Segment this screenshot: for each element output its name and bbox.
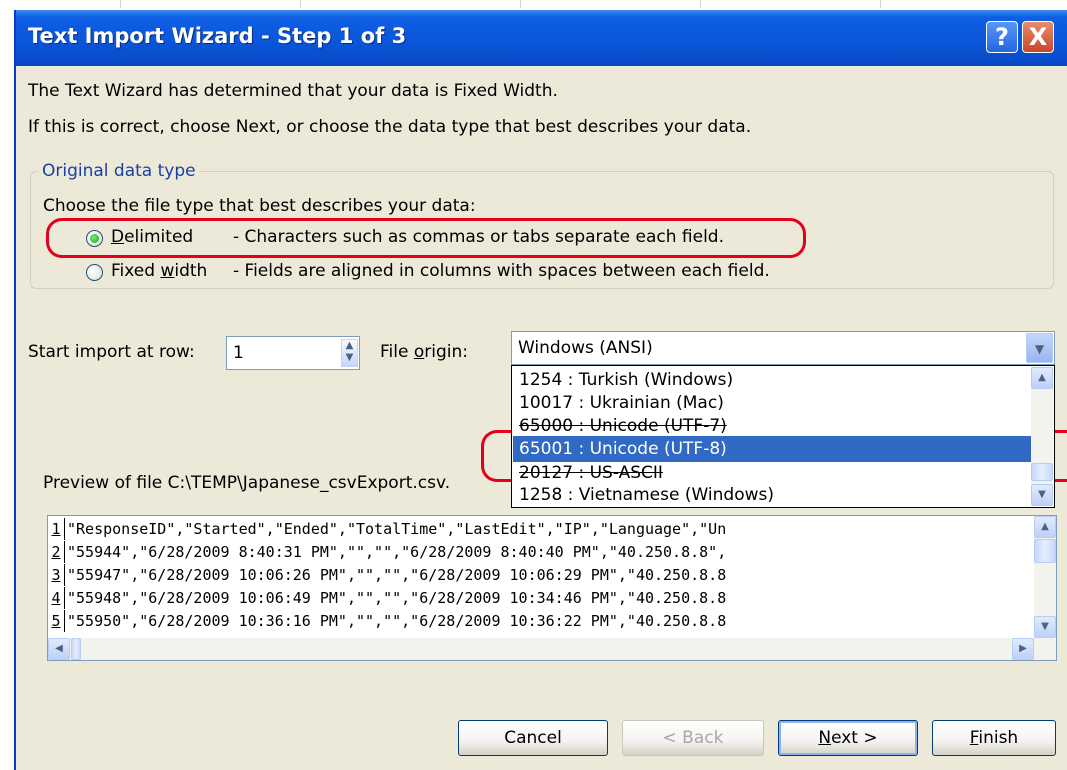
intro-line-2: If this is correct, choose Next, or choo… (28, 117, 752, 137)
up-arrow-icon[interactable]: ▲ (1031, 367, 1053, 389)
mnemonic: w (160, 261, 175, 281)
scrollbar-thumb[interactable] (71, 638, 81, 660)
row-number: 3 (48, 564, 65, 586)
dropdown-option-selected[interactable]: 65001 : Unicode (UTF-8) (513, 436, 1031, 462)
cancel-button[interactable]: Cancel (458, 720, 608, 756)
preview-vertical-scrollbar[interactable]: ▲ ▼ (1034, 516, 1056, 638)
file-origin-selected[interactable]: Windows (ANSI) (518, 338, 653, 358)
sheet-gridline (700, 0, 701, 8)
down-arrow-icon[interactable]: ▼ (1034, 616, 1056, 638)
file-type-prompt: Choose the file type that best describes… (43, 196, 476, 216)
sheet-gridline (120, 0, 121, 8)
row-number: 1 (48, 518, 65, 540)
sheet-gridline (880, 0, 881, 8)
group-legend: Original data type (42, 161, 196, 181)
row-text: "ResponseID","Started","Ended","TotalTim… (67, 520, 727, 538)
sheet-gridline (520, 0, 521, 8)
label-pre: Fixed (111, 261, 161, 281)
start-row-value[interactable]: 1 (233, 343, 244, 363)
row-text: "55950","6/28/2009 10:36:16 PM","","","6… (67, 612, 727, 630)
scrollbar-thumb[interactable] (1031, 463, 1053, 481)
file-origin-dropdown-list[interactable]: 1254 : Turkish (Windows) 10017 : Ukraini… (511, 365, 1055, 508)
label-rest: ext > (831, 728, 878, 748)
spinner-buttons[interactable]: ▲ ▼ (341, 339, 358, 367)
title-bar[interactable]: Text Import Wizard - Step 1 of 3 ? X (16, 10, 1067, 66)
label-rest: inish (978, 728, 1019, 748)
close-icon: X (1028, 23, 1048, 51)
up-arrow-icon[interactable]: ▲ (1034, 516, 1056, 538)
row-text: "55947","6/28/2009 10:06:26 PM","","","6… (67, 566, 727, 584)
mnemonic: N (818, 728, 832, 748)
radio-fixed-width-label[interactable]: Fixed width (111, 261, 207, 281)
chevron-down-icon[interactable]: ▼ (1026, 333, 1053, 363)
label-pre: File (380, 342, 414, 362)
red-annotation-delimited (46, 218, 806, 258)
right-arrow-icon[interactable]: ▶ (1012, 638, 1034, 660)
help-button[interactable]: ? (986, 21, 1018, 53)
row-text: "55948","6/28/2009 10:06:49 PM","","","6… (67, 589, 727, 607)
row-number: 2 (48, 541, 65, 563)
dialog-content: The Text Wizard has determined that your… (16, 66, 1067, 770)
down-arrow-icon[interactable]: ▼ (1031, 484, 1053, 506)
scrollbar-thumb[interactable] (1034, 539, 1056, 563)
window-title: Text Import Wizard - Step 1 of 3 (28, 24, 407, 48)
help-icon: ? (995, 23, 1009, 51)
down-arrow-icon[interactable]: ▼ (342, 352, 357, 364)
file-origin-label: File origin: (380, 342, 468, 362)
preview-pane[interactable]: 1 "ResponseID","Started","Ended","TotalT… (47, 515, 1057, 661)
sheet-gridline (300, 0, 301, 8)
text-import-wizard-dialog: Text Import Wizard - Step 1 of 3 ? X The… (14, 10, 1067, 770)
finish-button[interactable]: Finish (932, 720, 1056, 756)
label-rest: rigin: (424, 342, 468, 362)
dropdown-option[interactable]: 1258 : Vietnamese (Windows) (513, 482, 1031, 508)
next-button[interactable]: Next > (778, 720, 918, 756)
row-text: "55944","6/28/2009 8:40:31 PM","","","6/… (67, 543, 727, 561)
back-button[interactable]: < Back (622, 720, 764, 756)
intro-line-1: The Text Wizard has determined that your… (28, 81, 558, 101)
preview-horizontal-scrollbar[interactable]: ◀ ▶ (48, 638, 1056, 660)
start-row-label: Start import at row: (28, 342, 195, 362)
row-number: 5 (48, 610, 65, 632)
row-number: 4 (48, 587, 65, 609)
dropdown-scrollbar[interactable]: ▲ ▼ (1031, 367, 1053, 506)
radio-button-unchecked[interactable] (86, 264, 103, 281)
left-arrow-icon[interactable]: ◀ (48, 638, 70, 660)
radio-fixed-width-description: - Fields are aligned in columns with spa… (233, 261, 770, 281)
up-arrow-icon[interactable]: ▲ (342, 340, 357, 352)
close-button[interactable]: X (1022, 21, 1054, 53)
file-origin-combobox[interactable]: Windows (ANSI) ▼ (511, 331, 1055, 365)
start-row-spinner[interactable]: 1 ▲ ▼ (226, 336, 360, 370)
preview-label: Preview of file C:\TEMP\Japanese_csvExpo… (43, 473, 451, 493)
label-rest: idth (174, 261, 208, 281)
mnemonic: o (413, 342, 425, 362)
